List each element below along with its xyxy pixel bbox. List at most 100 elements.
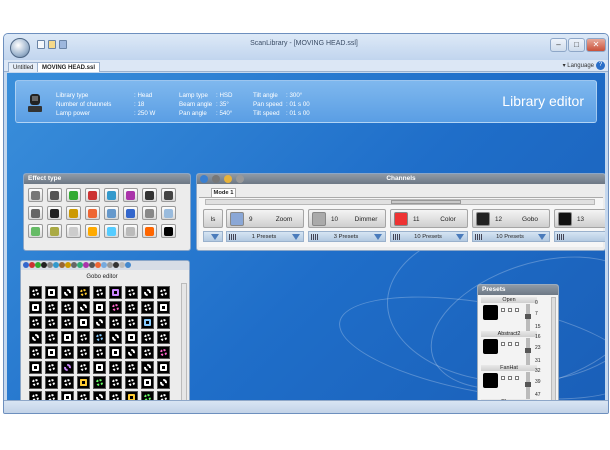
effect-icon[interactable] (66, 224, 81, 238)
dropdown-arrow-icon[interactable] (211, 234, 219, 240)
gobo-thumbnail[interactable] (125, 346, 138, 359)
preset-slider[interactable] (525, 338, 531, 366)
effect-icon[interactable] (142, 206, 157, 220)
effect-icon[interactable] (47, 224, 62, 238)
effect-icon[interactable] (66, 188, 81, 202)
gobo-thumbnail[interactable] (61, 376, 74, 389)
gobo-thumbnail[interactable] (125, 391, 138, 400)
effect-icon[interactable] (85, 206, 100, 220)
gobo-thumbnail[interactable] (157, 361, 170, 374)
gobo-thumbnail[interactable] (29, 301, 42, 314)
gobo-thumbnail[interactable] (29, 361, 42, 374)
scrollbar-thumb[interactable] (391, 200, 461, 204)
gobo-thumbnail[interactable] (93, 301, 106, 314)
preset-checkbox[interactable] (501, 376, 505, 380)
gobo-thumbnail[interactable] (157, 316, 170, 329)
gobo-thumbnail[interactable] (141, 301, 154, 314)
gobo-thumbnail[interactable] (93, 391, 106, 400)
preset-checkbox[interactable] (508, 342, 512, 346)
slider-handle[interactable] (525, 348, 531, 353)
preset-checkbox[interactable] (515, 308, 519, 312)
gobo-thumbnail[interactable] (45, 376, 58, 389)
effect-icon[interactable] (104, 188, 119, 202)
gobo-tool-icon[interactable] (125, 262, 131, 268)
preset-checkbox[interactable] (515, 342, 519, 346)
gobo-thumbnail[interactable] (45, 361, 58, 374)
effect-icon[interactable] (123, 188, 138, 202)
gobo-thumbnail[interactable] (45, 286, 58, 299)
app-menu-button[interactable] (10, 38, 30, 58)
channel-item[interactable]: 10 Dimmer 3 Presets (308, 209, 386, 246)
effect-icon[interactable] (161, 224, 176, 238)
effect-icon[interactable] (161, 206, 176, 220)
slider-handle[interactable] (525, 314, 531, 319)
gobo-thumbnail[interactable] (141, 376, 154, 389)
channel-item[interactable]: 12 Gobo 10 Presets (472, 209, 550, 246)
gobo-thumbnail[interactable] (93, 316, 106, 329)
language-menu[interactable]: ▾ Language (563, 62, 594, 69)
gobo-thumbnail[interactable] (157, 346, 170, 359)
slider-handle[interactable] (525, 382, 531, 387)
gobo-thumbnail[interactable] (77, 346, 90, 359)
save-icon[interactable] (59, 40, 67, 49)
channel-scrollbar[interactable] (205, 199, 595, 205)
gobo-thumbnail[interactable] (61, 346, 74, 359)
gobo-thumbnail[interactable] (109, 376, 122, 389)
gobo-thumbnail[interactable] (109, 316, 122, 329)
gobo-thumbnail[interactable] (125, 286, 138, 299)
gobo-thumbnail[interactable] (125, 316, 138, 329)
open-folder-icon[interactable] (48, 40, 56, 49)
maximize-button[interactable]: □ (568, 38, 585, 52)
gobo-thumbnail[interactable] (141, 286, 154, 299)
effect-icon[interactable] (161, 188, 176, 202)
effect-icon[interactable] (66, 206, 81, 220)
settings-icon[interactable] (211, 175, 220, 183)
gobo-thumbnail[interactable] (93, 346, 106, 359)
preset-checkbox[interactable] (508, 308, 512, 312)
gobo-thumbnail[interactable] (77, 331, 90, 344)
lock-icon[interactable] (223, 175, 232, 183)
gobo-thumbnail[interactable] (29, 391, 42, 400)
gobo-thumbnail[interactable] (93, 331, 106, 344)
gobo-thumbnail[interactable] (45, 301, 58, 314)
presets-scrollbar[interactable] (551, 297, 556, 400)
effect-icon[interactable] (104, 206, 119, 220)
gobo-thumbnail[interactable] (109, 346, 122, 359)
help-icon[interactable]: ? (596, 61, 605, 70)
gobo-thumbnail[interactable] (125, 376, 138, 389)
gobo-thumbnail[interactable] (109, 391, 122, 400)
effect-icon[interactable] (123, 206, 138, 220)
effect-icon[interactable] (47, 206, 62, 220)
gobo-thumbnail[interactable] (109, 301, 122, 314)
gobo-thumbnail[interactable] (45, 391, 58, 400)
gobo-scrollbar[interactable] (181, 283, 187, 400)
effect-icon[interactable] (123, 224, 138, 238)
gobo-thumbnail[interactable] (109, 361, 122, 374)
tab-moving-head[interactable]: MOVING HEAD.ssl (37, 62, 101, 72)
gobo-thumbnail[interactable] (125, 331, 138, 344)
gobo-thumbnail[interactable] (157, 331, 170, 344)
effect-icon[interactable] (28, 224, 43, 238)
channel-presets-bar[interactable]: 10 Presets (472, 231, 550, 242)
gobo-thumbnail[interactable] (77, 391, 90, 400)
gobo-thumbnail[interactable] (93, 361, 106, 374)
gobo-thumbnail[interactable] (61, 391, 74, 400)
gobo-thumbnail[interactable] (93, 376, 106, 389)
effect-icon[interactable] (28, 206, 43, 220)
tab-mode-1[interactable]: Mode 1 (211, 188, 236, 197)
preset-checkbox[interactable] (515, 376, 519, 380)
gobo-thumbnail[interactable] (77, 376, 90, 389)
preset-checkbox[interactable] (501, 308, 505, 312)
channel-item[interactable]: 13 (554, 209, 605, 246)
dropdown-arrow-icon[interactable] (538, 234, 546, 240)
gobo-thumbnail[interactable] (61, 286, 74, 299)
effect-icon[interactable] (142, 224, 157, 238)
gobo-thumbnail[interactable] (45, 331, 58, 344)
effect-icon[interactable] (47, 188, 62, 202)
close-button[interactable]: ✕ (586, 38, 606, 52)
gobo-thumbnail[interactable] (61, 331, 74, 344)
gobo-thumbnail[interactable] (29, 286, 42, 299)
gobo-thumbnail[interactable] (77, 361, 90, 374)
channel-presets-bar[interactable] (554, 231, 605, 242)
effect-icon[interactable] (28, 188, 43, 202)
